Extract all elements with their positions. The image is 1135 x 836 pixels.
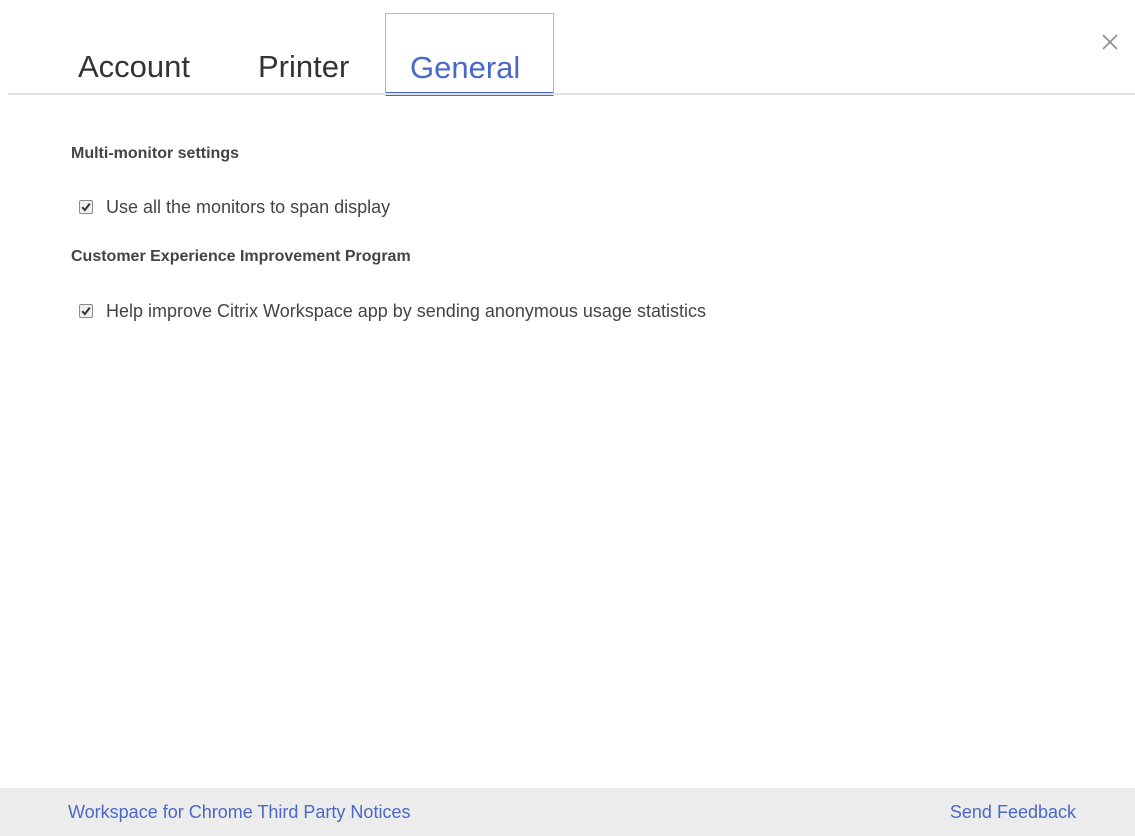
tab-general-label: General (410, 50, 521, 85)
settings-dialog: Account Printer General Multi-monitor se… (0, 0, 1135, 836)
close-button[interactable] (1096, 28, 1124, 56)
span-monitors-checkbox[interactable] (79, 200, 93, 214)
tab-bar: Account Printer General (0, 0, 1135, 96)
footer-bar: Workspace for Chrome Third Party Notices… (0, 788, 1135, 836)
span-monitors-label: Use all the monitors to span display (106, 196, 391, 217)
tab-general[interactable]: General (385, 13, 554, 96)
checkmark-icon (81, 202, 91, 212)
span-monitors-option[interactable]: Use all the monitors to span display (79, 196, 390, 218)
tab-printer[interactable]: Printer (258, 45, 349, 89)
tab-account[interactable]: Account (78, 45, 190, 89)
checkmark-icon (81, 306, 91, 316)
multi-monitor-heading: Multi-monitor settings (71, 145, 239, 162)
usage-statistics-label: Help improve Citrix Workspace app by sen… (106, 300, 706, 321)
close-icon (1102, 34, 1118, 50)
send-feedback-link[interactable]: Send Feedback (950, 802, 1076, 823)
usage-statistics-option[interactable]: Help improve Citrix Workspace app by sen… (79, 300, 706, 322)
tab-divider (8, 93, 1135, 95)
usage-statistics-checkbox[interactable] (79, 304, 93, 318)
third-party-notices-link[interactable]: Workspace for Chrome Third Party Notices (68, 802, 410, 823)
ceip-heading: Customer Experience Improvement Program (71, 248, 411, 265)
